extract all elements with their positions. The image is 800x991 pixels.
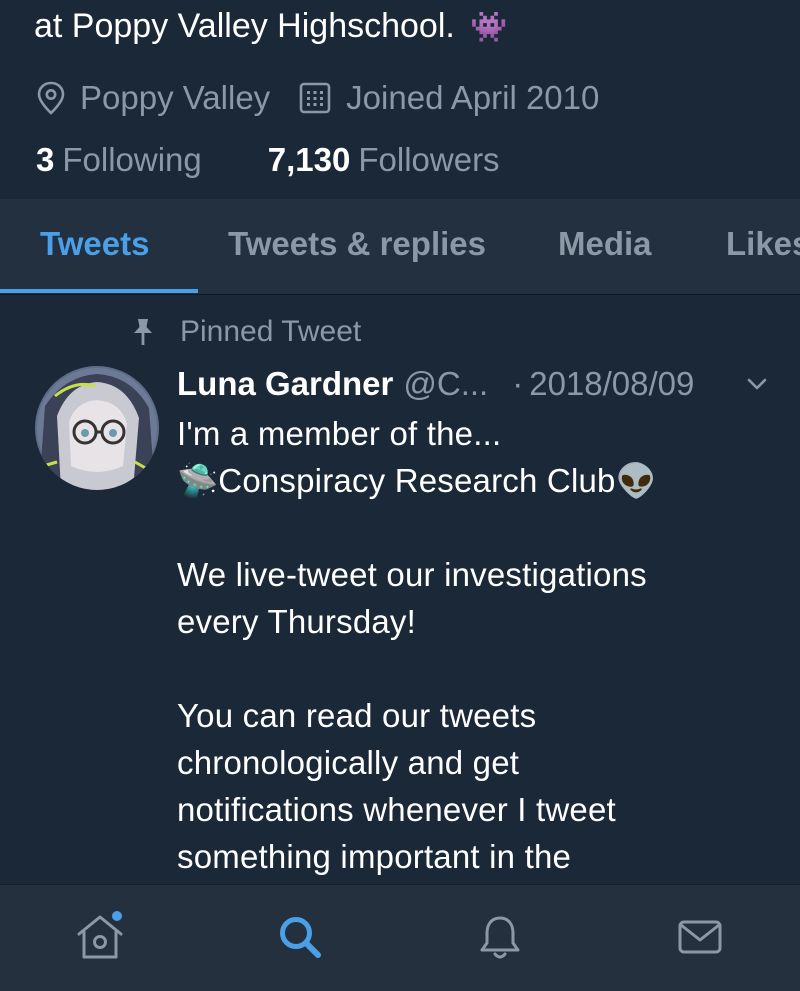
tweet-line: You can read our tweets xyxy=(177,697,537,734)
profile-tabs: Tweets Tweets & replies Media Likes xyxy=(0,199,800,295)
tweet-text: I'm a member of the... 🛸Conspiracy Resea… xyxy=(177,410,777,880)
tweet-line: notifications whenever I tweet xyxy=(177,791,616,828)
follow-stats: 3 Following 7,130 Followers xyxy=(36,138,566,182)
join-date: Joined April 2010 xyxy=(298,79,599,117)
profile-meta: Poppy Valley Joined April 2010 xyxy=(36,76,627,120)
tab-likes[interactable]: Likes xyxy=(726,225,800,263)
chevron-down-icon[interactable] xyxy=(746,376,768,392)
tweet-line: chronologically and get xyxy=(177,744,520,781)
space-invader-emoji: 👾 xyxy=(470,11,508,44)
notification-dot xyxy=(112,911,122,921)
bottom-nav xyxy=(0,884,800,991)
avatar-illustration xyxy=(35,366,159,490)
profile-bio: at Poppy Valley Highschool. 👾 xyxy=(34,4,508,50)
bio-text: at Poppy Valley Highschool. xyxy=(34,7,455,45)
calendar-icon xyxy=(299,82,331,114)
author-handle[interactable]: @C... xyxy=(403,365,488,403)
followers-label: Followers xyxy=(358,141,500,178)
tweet-line-break xyxy=(177,504,777,551)
tab-tweets[interactable]: Tweets xyxy=(40,225,149,263)
followers-link[interactable]: 7,130 Followers xyxy=(268,141,500,179)
tweet-date[interactable]: 2018/08/09 xyxy=(529,365,694,403)
location-text: Poppy Valley xyxy=(80,79,271,116)
location: Poppy Valley xyxy=(36,79,270,117)
pinned-label: Pinned Tweet xyxy=(180,315,362,348)
active-tab-indicator xyxy=(0,289,198,293)
author-name[interactable]: Luna Gardner xyxy=(177,365,393,403)
pin-icon xyxy=(134,319,152,345)
tab-media[interactable]: Media xyxy=(558,225,652,263)
tweet-line: We live-tweet our investigations xyxy=(177,556,647,593)
tweet-line: I'm a member of the... xyxy=(177,415,502,452)
following-count: 3 xyxy=(36,141,55,178)
bell-icon xyxy=(480,916,520,959)
nav-home-button[interactable] xyxy=(70,907,130,967)
location-pin-icon xyxy=(37,81,65,115)
search-icon xyxy=(280,917,321,958)
followers-count: 7,130 xyxy=(267,141,351,178)
nav-messages-button[interactable] xyxy=(670,907,730,967)
nav-notifications-button[interactable] xyxy=(470,907,530,967)
tab-tweets-replies[interactable]: Tweets & replies xyxy=(228,225,486,263)
following-link[interactable]: 3 Following xyxy=(36,141,202,179)
separator-dot: · xyxy=(512,365,524,402)
following-label: Following xyxy=(62,141,202,178)
tweet-line: 🛸Conspiracy Research Club👽 xyxy=(177,462,657,499)
avatar[interactable] xyxy=(35,366,159,490)
joined-text: Joined April 2010 xyxy=(346,79,600,116)
mail-icon xyxy=(678,920,722,954)
tweet-header: Luna Gardner @C... · 2018/08/09 xyxy=(177,362,694,406)
home-icon xyxy=(77,911,123,959)
tweet-line: something important in the xyxy=(177,838,572,875)
tweet-line: every Thursday! xyxy=(177,603,416,640)
nav-search-button[interactable] xyxy=(270,907,330,967)
tweet-line-break xyxy=(177,645,777,692)
pinned-indicator: Pinned Tweet xyxy=(130,312,361,352)
